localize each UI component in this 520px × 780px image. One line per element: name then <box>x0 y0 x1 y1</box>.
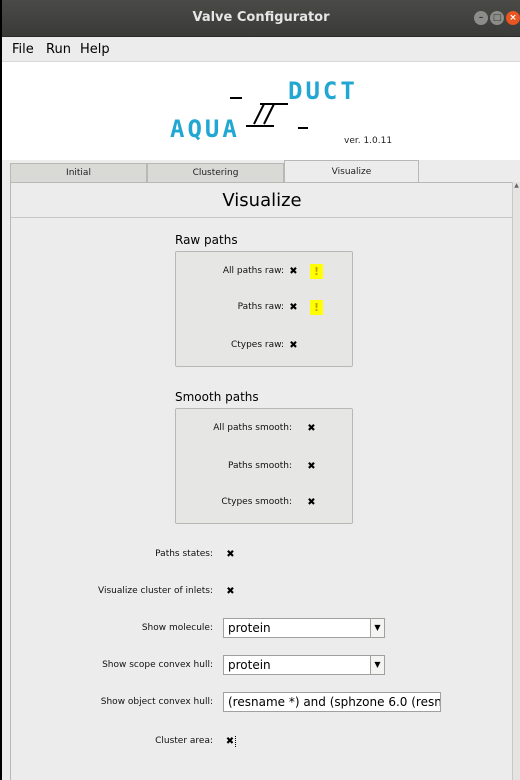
show-scope-hull-label: Show scope convex hull: <box>102 660 213 670</box>
show-scope-hull-value: protein <box>228 658 271 672</box>
scroll-up-icon[interactable]: ▲ <box>513 182 520 192</box>
menu-file[interactable]: File <box>12 42 34 57</box>
visualize-cluster-inlets-checkbox[interactable]: ✖ <box>225 586 236 597</box>
menu-bar: File Run Help <box>2 37 520 62</box>
logo-aqua-text: AQUA <box>170 115 240 143</box>
close-icon[interactable]: × <box>506 11 520 25</box>
smooth-paths-group: All paths smooth: ✖ Paths smooth: ✖ Ctyp… <box>175 408 353 524</box>
menu-run[interactable]: Run <box>46 42 71 57</box>
smooth-paths-title: Smooth paths <box>175 390 259 404</box>
all-paths-raw-label: All paths raw: <box>222 266 284 276</box>
show-molecule-label: Show molecule: <box>141 623 213 633</box>
tab-initial[interactable]: Initial <box>10 163 147 182</box>
all-paths-raw-checkbox[interactable]: ✖ <box>288 266 299 277</box>
paths-raw-label: Paths raw: <box>237 302 284 312</box>
all-paths-smooth-checkbox[interactable]: ✖ <box>306 423 317 434</box>
warning-icon: ! <box>310 300 323 315</box>
minimize-icon[interactable]: – <box>474 11 488 25</box>
chevron-down-icon[interactable]: ▼ <box>370 656 384 674</box>
raw-paths-title: Raw paths <box>175 233 238 247</box>
tab-visualize[interactable]: Visualize <box>284 160 419 182</box>
ctypes-smooth-label: Ctypes smooth: <box>221 497 292 507</box>
show-object-hull-label: Show object convex hull: <box>100 697 213 707</box>
app-window: Valve Configurator – □ × File Run Help A… <box>2 0 520 780</box>
chevron-down-icon[interactable]: ▼ <box>370 619 384 637</box>
tab-clustering[interactable]: Clustering <box>147 163 284 182</box>
visualize-panel: Visualize Raw paths All paths raw: ✖ ! P… <box>10 182 513 780</box>
window-title: Valve Configurator <box>192 10 330 25</box>
version-label: ver. 1.0.11 <box>344 136 393 146</box>
cluster-area-label: Cluster area: <box>155 736 213 746</box>
raw-paths-group: All paths raw: ✖ ! Paths raw: ✖ ! Ctypes… <box>175 251 353 367</box>
menu-help[interactable]: Help <box>80 42 110 57</box>
visualize-cluster-inlets-label: Visualize cluster of inlets: <box>98 586 213 596</box>
show-molecule-value: protein <box>228 621 271 635</box>
tab-bar: Initial Clustering Visualize <box>2 160 520 182</box>
ctypes-raw-checkbox[interactable]: ✖ <box>288 340 299 351</box>
page-title: Visualize <box>222 190 302 211</box>
ctypes-raw-label: Ctypes raw: <box>230 340 284 350</box>
warning-icon: ! <box>310 264 323 279</box>
paths-raw-checkbox[interactable]: ✖ <box>288 302 299 313</box>
show-object-hull-input[interactable]: (resname *) and (sphzone 6.0 (resnu <box>223 692 441 712</box>
paths-smooth-checkbox[interactable]: ✖ <box>306 461 317 472</box>
logo-duct-text: DUCT <box>288 77 358 105</box>
title-bar[interactable]: Valve Configurator – □ × <box>2 0 520 37</box>
ctypes-smooth-checkbox[interactable]: ✖ <box>306 497 317 508</box>
divider <box>11 217 513 218</box>
all-paths-smooth-label: All paths smooth: <box>213 423 292 433</box>
cluster-area-checkbox[interactable]: ✖ <box>225 736 236 747</box>
maximize-icon[interactable]: □ <box>490 11 504 25</box>
paths-states-checkbox[interactable]: ✖ <box>225 549 236 560</box>
vertical-scrollbar[interactable]: ▲ <box>512 182 520 780</box>
paths-smooth-label: Paths smooth: <box>227 461 292 471</box>
paths-states-label: Paths states: <box>155 549 213 559</box>
show-scope-hull-select[interactable]: protein ▼ <box>223 655 385 675</box>
show-molecule-select[interactable]: protein ▼ <box>223 618 385 638</box>
